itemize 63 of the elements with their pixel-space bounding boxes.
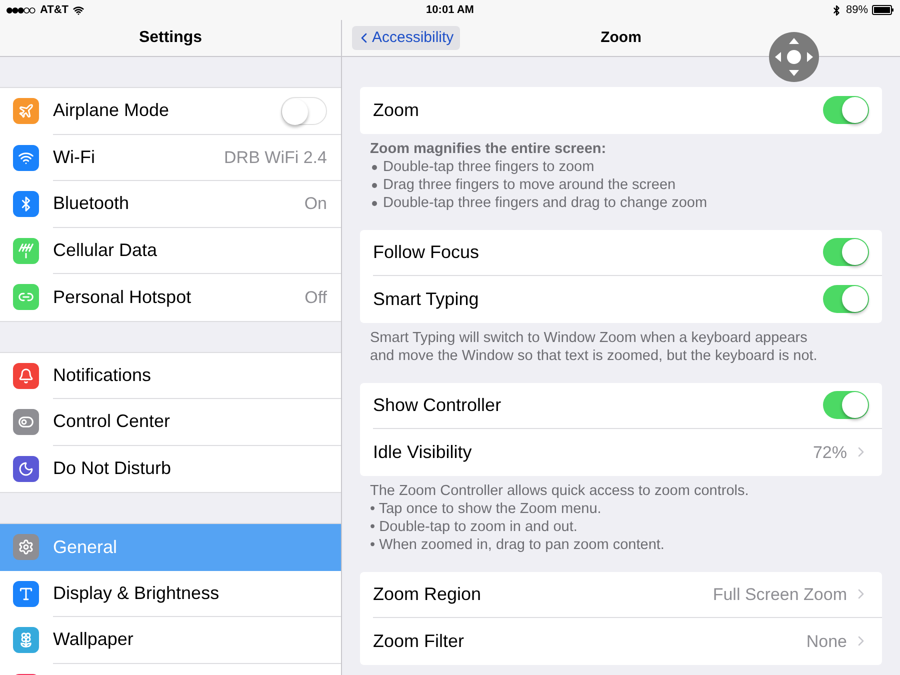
sidebar-item[interactable]: Control Center (0, 399, 341, 446)
sidebar-item[interactable]: Do Not Disturb (0, 446, 341, 492)
footer-text: • Tap once to show the Zoom menu. (370, 500, 602, 518)
setting-value: Full Screen Zoom (712, 584, 847, 606)
bluetooth-icon (830, 4, 842, 16)
item-label: Personal Hotspot (53, 286, 192, 309)
item-label: General (53, 536, 118, 559)
bullet-icon (372, 182, 377, 188)
sidebar-item[interactable]: Notifications (0, 352, 341, 399)
footer-text: Double-tap three fingers and drag to change zoom (383, 194, 708, 212)
item-label: Wallpaper (53, 628, 134, 652)
setting-label: Show Controller (373, 394, 502, 417)
item-value: On (304, 193, 327, 215)
footer-text: • Double-tap to zoom in and out. (370, 518, 578, 536)
setting-label: Smart Typing (373, 288, 480, 311)
footer-heading: Zoom magnifies the entire screen: (370, 140, 608, 158)
setting-label: Idle Visibility (373, 440, 473, 464)
footer-text: • When zoomed in, drag to pan zoom content. (370, 536, 666, 554)
item-value: Off (304, 286, 327, 308)
item-label: Notifications (53, 364, 152, 387)
item-label: Display & Brightness (53, 582, 220, 605)
item-label: Do Not Disturb (53, 457, 172, 480)
sidebar-item[interactable]: Personal Hotspot Off (0, 274, 341, 320)
sidebar-item[interactable]: Display & Brightness (0, 570, 341, 617)
bullet-icon (372, 164, 377, 170)
item-label: Control Center (53, 410, 172, 434)
sidebar-item[interactable]: Bluetooth On (0, 181, 341, 228)
bullet-icon (372, 200, 377, 206)
item-label: Cellular Data (53, 238, 158, 262)
item-label: Airplane Mode (53, 99, 170, 122)
signal-icon (6, 6, 36, 14)
setting-label: Zoom Filter (373, 630, 466, 653)
item-label: Wi-Fi (53, 146, 96, 169)
toggle-switch[interactable] (823, 96, 869, 124)
battery-icon (872, 5, 894, 15)
battery-percent: 89% (846, 2, 868, 18)
setting-value: 72% (812, 442, 847, 464)
detail-title: Zoom (600, 28, 642, 48)
footer-text: Double-tap three fingers to zoom (383, 158, 594, 176)
setting-value: None (806, 630, 847, 652)
item-label: Bluetooth (53, 192, 130, 216)
footer-text: The Zoom Controller allows quick access to zoom controls. (370, 482, 750, 500)
footer-text: Smart Typing will switch to Window Zoom when a keyboard appears (370, 328, 808, 346)
carrier-name: AT&T (40, 2, 69, 18)
sidebar-item[interactable]: Wallpaper (0, 617, 341, 664)
setting-label: Follow Focus (373, 240, 480, 264)
zoom-controller-icon[interactable] (769, 32, 819, 82)
setting-label: Zoom (373, 98, 420, 122)
footer-text: and move the Window so that text is zoomed, but the keyboard is not. (370, 346, 818, 364)
sidebar-title: Settings (138, 28, 202, 48)
sidebar-item[interactable]: Wi-Fi DRB WiFi 2.4 (0, 134, 341, 181)
clock-time: 10:01 AM (425, 2, 475, 18)
sidebar-item[interactable]: Airplane Mode (0, 88, 341, 134)
toggle-switch[interactable] (823, 238, 869, 266)
footer-text: Drag three fingers to move around the screen (383, 176, 676, 194)
back-button[interactable]: Accessibility (352, 26, 460, 50)
setting-label: Zoom Region (373, 582, 482, 606)
toggle-switch[interactable] (823, 391, 869, 420)
toggle-switch[interactable] (823, 285, 869, 314)
toggle-switch[interactable] (281, 96, 327, 125)
item-value: DRB WiFi 2.4 (224, 146, 327, 168)
wifi-icon (72, 4, 84, 16)
sidebar-item[interactable]: Cellular Data (0, 228, 341, 274)
